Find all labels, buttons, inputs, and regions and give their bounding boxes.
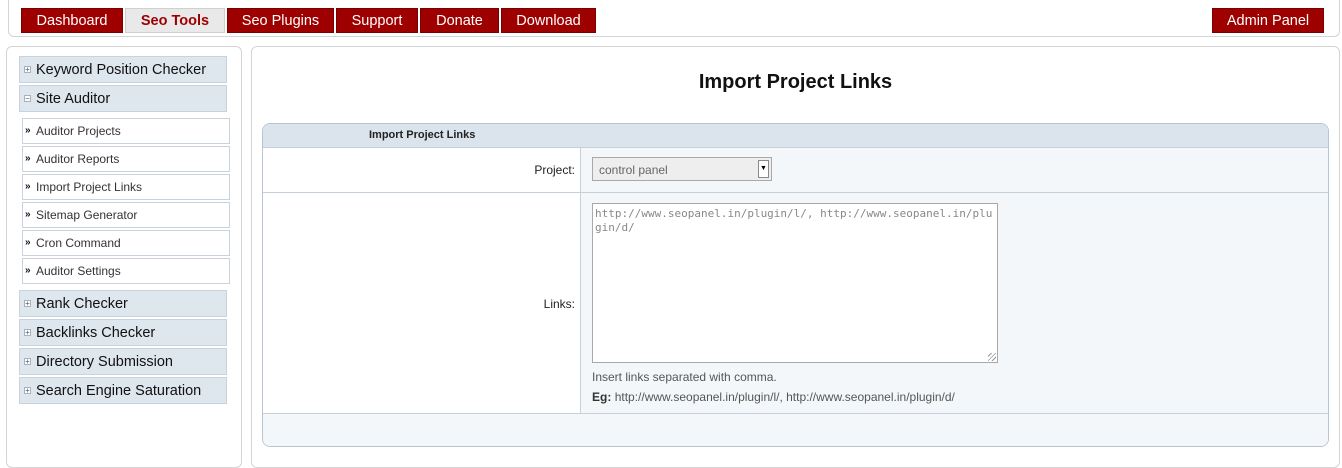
project-label-cell: Project: — [263, 148, 581, 193]
links-label: Links: — [543, 297, 575, 311]
sidebar-item-keyword-position-checker[interactable]: + Keyword Position Checker — [19, 56, 227, 83]
sidebar-subitem-cron-command[interactable]: » Cron Command — [22, 230, 230, 256]
nav-seo-plugins[interactable]: Seo Plugins — [227, 8, 334, 33]
double-chevron-icon: » — [25, 237, 31, 248]
sidebar-item-label: Site Auditor — [36, 91, 111, 107]
nav-support[interactable]: Support — [336, 8, 418, 33]
sidebar-subitem-auditor-projects[interactable]: » Auditor Projects — [22, 118, 230, 144]
project-select[interactable]: control panel ▼ — [592, 157, 772, 181]
sidebar-subitem-label: Auditor Reports — [36, 152, 120, 166]
example-text: http://www.seopanel.in/plugin/l/, http:/… — [614, 390, 955, 404]
expand-icon: + — [24, 65, 31, 74]
sidebar-item-directory-submission[interactable]: + Directory Submission — [19, 348, 227, 375]
main-panel: Import Project Links Import Project Link… — [251, 46, 1340, 468]
sidebar-subitem-label: Auditor Projects — [36, 124, 121, 138]
resize-grip-icon[interactable] — [988, 353, 996, 361]
sidebar-subitem-auditor-reports[interactable]: » Auditor Reports — [22, 146, 230, 172]
links-label-cell: Links: — [263, 193, 581, 414]
sidebar-subitem-auditor-settings[interactable]: » Auditor Settings — [22, 258, 230, 284]
sidebar-subitem-label: Auditor Settings — [36, 264, 121, 278]
expand-icon: + — [24, 328, 31, 337]
sidebar-subitem-label: Import Project Links — [36, 180, 143, 194]
double-chevron-icon: » — [25, 181, 31, 192]
example-label: Eg: — [592, 390, 612, 404]
form-header: Import Project Links — [263, 124, 1328, 148]
sidebar-item-label: Directory Submission — [36, 354, 173, 370]
expand-icon: + — [24, 386, 31, 395]
double-chevron-icon: » — [25, 209, 31, 220]
nav-admin-panel[interactable]: Admin Panel — [1212, 8, 1324, 33]
sidebar-subitem-sitemap-generator[interactable]: » Sitemap Generator — [22, 202, 230, 228]
sidebar-item-search-engine-saturation[interactable]: + Search Engine Saturation — [19, 377, 227, 404]
import-links-form: Import Project Links Project: control pa… — [262, 123, 1329, 447]
sidebar-subitem-label: Cron Command — [36, 236, 121, 250]
double-chevron-icon: » — [25, 265, 31, 276]
nav-donate[interactable]: Donate — [420, 8, 499, 33]
sidebar-item-rank-checker[interactable]: + Rank Checker — [19, 290, 227, 317]
page-title: Import Project Links — [698, 71, 893, 93]
links-example: Eg: http://www.seopanel.in/plugin/l/, ht… — [592, 390, 955, 404]
expand-icon: + — [24, 357, 31, 366]
links-textarea[interactable]: http://www.seopanel.in/plugin/l/, http:/… — [592, 203, 998, 363]
project-label: Project: — [534, 163, 575, 177]
nav-seo-tools[interactable]: Seo Tools — [125, 8, 225, 33]
sidebar-item-backlinks-checker[interactable]: + Backlinks Checker — [19, 319, 227, 346]
project-value-cell: control panel ▼ — [581, 148, 1328, 193]
top-nav: Dashboard Seo Tools Seo Plugins Support … — [8, 0, 1340, 37]
form-footer — [263, 414, 1328, 446]
collapse-icon: − — [24, 94, 31, 103]
expand-icon: + — [24, 299, 31, 308]
form-header-title: Import Project Links — [369, 129, 476, 141]
links-value-cell: http://www.seopanel.in/plugin/l/, http:/… — [581, 193, 1328, 414]
double-chevron-icon: » — [25, 153, 31, 164]
sidebar-subitem-label: Sitemap Generator — [36, 208, 138, 222]
links-help-text: Insert links separated with comma. — [592, 370, 777, 384]
sidebar-item-label: Backlinks Checker — [36, 325, 156, 341]
double-chevron-icon: » — [25, 125, 31, 136]
sidebar-item-label: Search Engine Saturation — [36, 383, 202, 399]
chevron-down-icon: ▼ — [758, 160, 769, 178]
nav-download[interactable]: Download — [501, 8, 596, 33]
project-select-value: control panel — [599, 163, 668, 177]
sidebar: + Keyword Position Checker − Site Audito… — [6, 46, 242, 468]
links-placeholder: http://www.seopanel.in/plugin/l/, http:/… — [595, 207, 993, 234]
nav-dashboard[interactable]: Dashboard — [21, 8, 123, 33]
sidebar-item-label: Keyword Position Checker — [36, 62, 207, 78]
sidebar-item-site-auditor[interactable]: − Site Auditor — [19, 85, 227, 112]
sidebar-item-label: Rank Checker — [36, 296, 128, 312]
sidebar-subitem-import-project-links[interactable]: » Import Project Links — [22, 174, 230, 200]
